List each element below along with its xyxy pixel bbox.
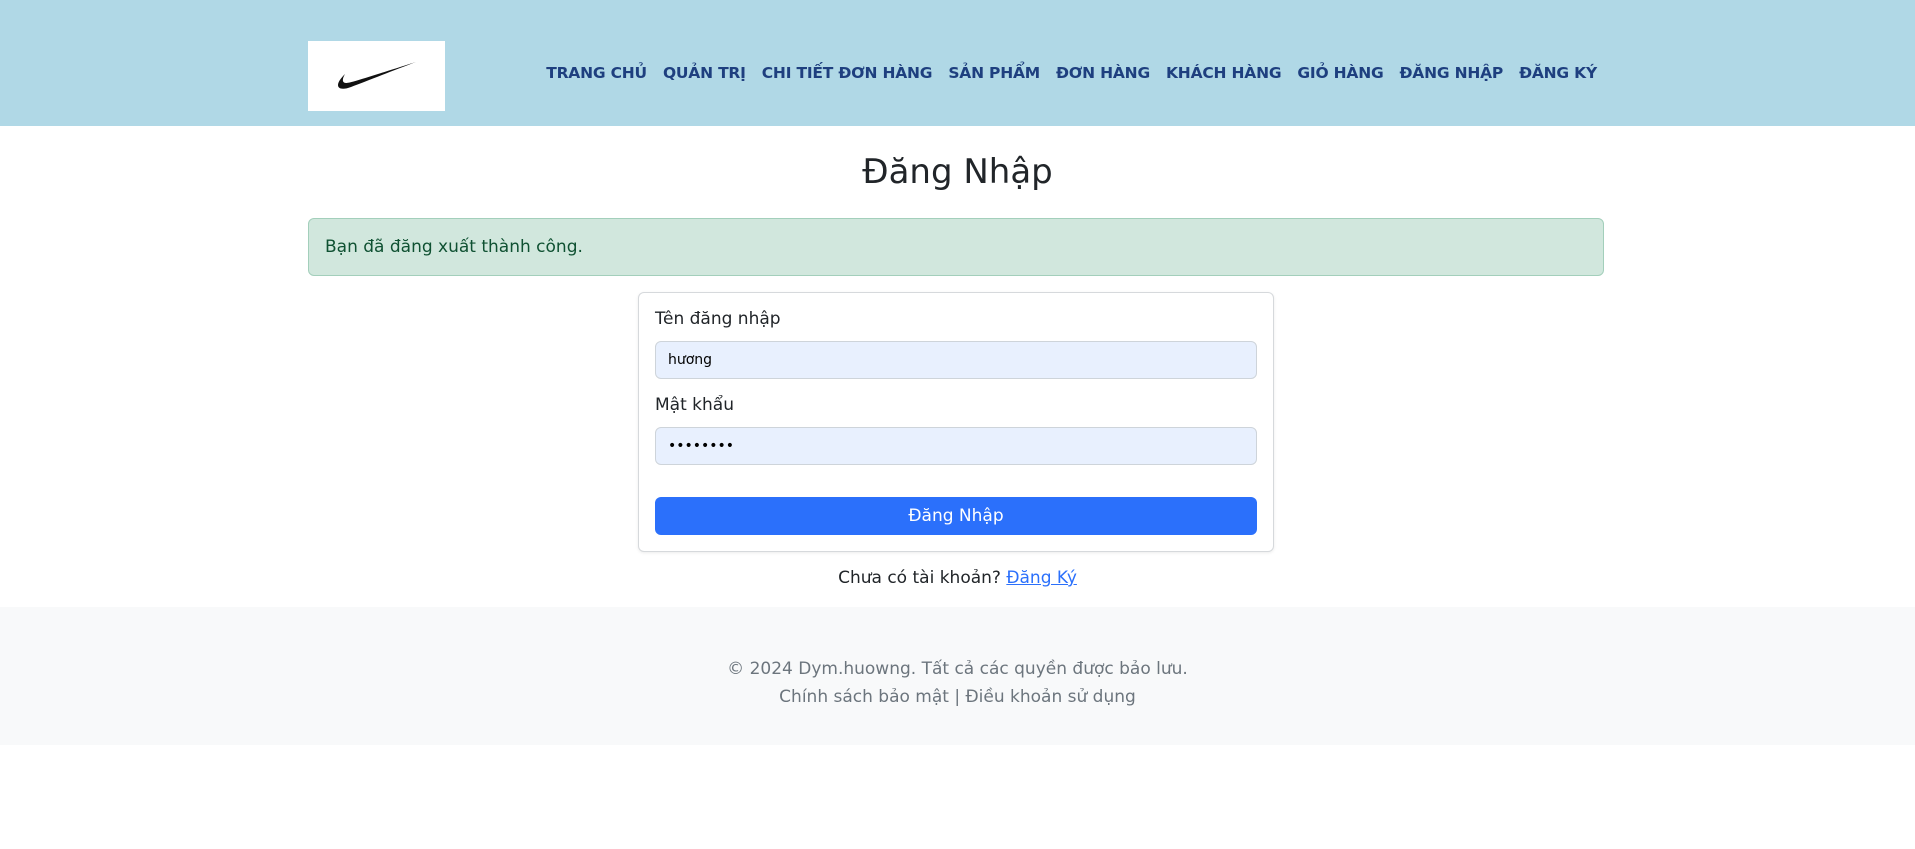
login-form: Tên đăng nhập Mật khẩu Đăng Nhập (638, 292, 1274, 552)
footer-copyright: © 2024 Dym.huowng. Tất cả các quyền được… (727, 659, 1188, 679)
nav-customers[interactable]: KHÁCH HÀNG (1166, 64, 1282, 82)
page-title: Đăng Nhập (862, 152, 1053, 192)
username-label: Tên đăng nhập (655, 309, 781, 329)
alert-message: Bạn đã đăng xuất thành công. (325, 237, 583, 257)
site-footer: © 2024 Dym.huowng. Tất cả các quyền được… (0, 607, 1915, 745)
logout-success-alert: Bạn đã đăng xuất thành công. (308, 218, 1604, 276)
nav-products[interactable]: SẢN PHẨM (948, 64, 1040, 82)
nav-home[interactable]: TRANG CHỦ (546, 64, 647, 82)
swoosh-icon (337, 62, 416, 89)
password-input[interactable] (655, 427, 1257, 465)
nav-orders[interactable]: ĐƠN HÀNG (1056, 64, 1150, 82)
nav-order-details[interactable]: CHI TIẾT ĐƠN HÀNG (762, 64, 933, 82)
nike-logo[interactable] (308, 41, 445, 111)
nav-cart[interactable]: GIỎ HÀNG (1297, 64, 1383, 82)
register-link[interactable]: Đăng Ký (1006, 568, 1077, 588)
main-nav: TRANG CHỦ QUẢN TRỊ CHI TIẾT ĐƠN HÀNG SẢN… (530, 64, 1597, 82)
register-prompt-text: Chưa có tài khoản? (838, 568, 1001, 588)
nav-admin[interactable]: QUẢN TRỊ (663, 64, 746, 82)
nav-login[interactable]: ĐĂNG NHẬP (1400, 64, 1504, 82)
login-button[interactable]: Đăng Nhập (655, 497, 1257, 535)
footer-links[interactable]: Chính sách bảo mật | Điều khoản sử dụng (0, 687, 1915, 707)
username-input[interactable] (655, 341, 1257, 379)
site-header: TRANG CHỦ QUẢN TRỊ CHI TIẾT ĐƠN HÀNG SẢN… (0, 0, 1915, 126)
register-prompt-line: Chưa có tài khoản? Đăng Ký (0, 568, 1915, 588)
password-label: Mật khẩu (655, 395, 734, 415)
nav-register[interactable]: ĐĂNG KÝ (1519, 64, 1597, 82)
